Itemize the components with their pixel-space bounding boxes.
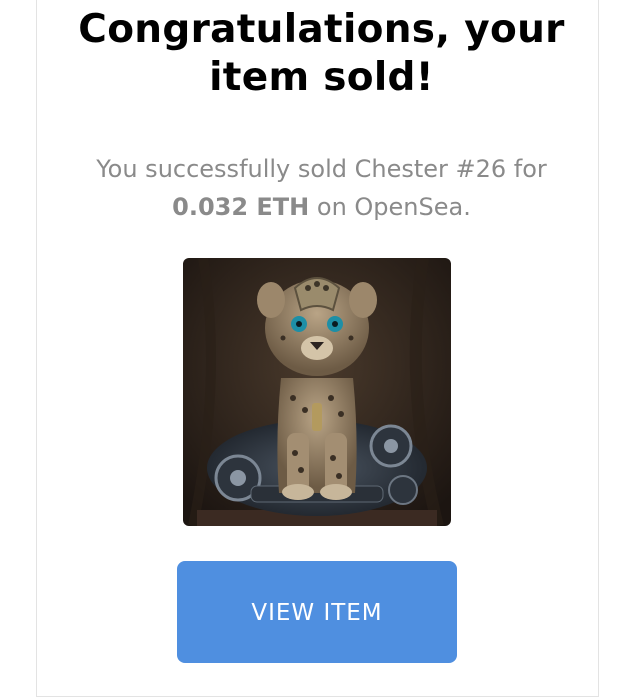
view-item-button[interactable]: VIEW ITEM [177, 561, 457, 663]
title-line-1: Congratulations, your [78, 7, 565, 52]
sale-message: You successfully sold Chester #26 for 0.… [0, 150, 643, 226]
title-line-2: item sold! [209, 55, 434, 100]
cheetah-cub-icon [183, 258, 451, 526]
sale-price: 0.032 ETH [172, 193, 310, 221]
nft-image[interactable] [183, 258, 451, 526]
message-suffix: on OpenSea. [316, 193, 471, 221]
message-prefix: You successfully sold Chester #26 for [96, 155, 547, 183]
page-title: Congratulations, your item sold! [0, 6, 643, 102]
message-line-2: 0.032 ETH on OpenSea. [0, 188, 643, 226]
